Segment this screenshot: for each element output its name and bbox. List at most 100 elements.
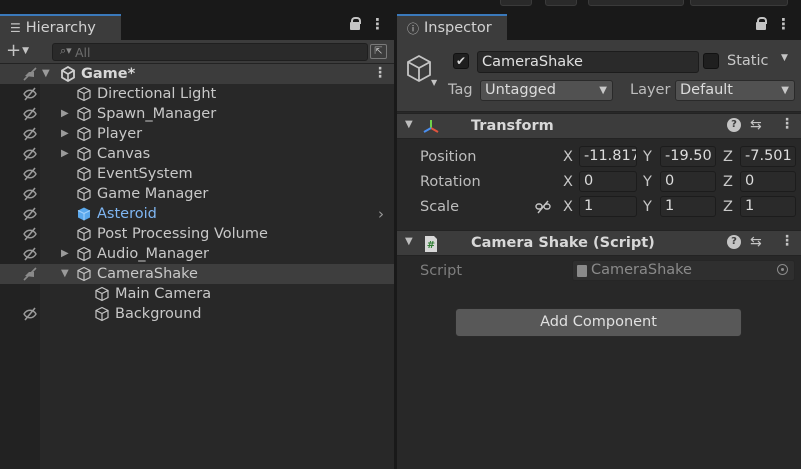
transform-actions: ? ⇆ ⋮ <box>727 117 797 137</box>
expand-arrow-icon[interactable]: ▶ <box>61 126 71 142</box>
transform-body: Position X -11.817 Y -19.50 Z -7.501 Rot… <box>397 141 801 223</box>
hidden-eye-icon[interactable] <box>22 186 38 202</box>
presets-sliders-icon[interactable]: ⇆ <box>750 234 762 250</box>
hierarchy-item-label: Spawn_Manager <box>97 106 217 122</box>
hierarchy-item-player[interactable]: ▶ Player <box>0 124 394 144</box>
transform-component-header[interactable]: ▼ Transform ? ⇆ ⋮ <box>397 113 801 139</box>
axis-y-label[interactable]: Y <box>643 197 652 217</box>
hierarchy-item-asteroid[interactable]: Asteroid › <box>0 204 394 224</box>
expand-arrow-icon[interactable]: ▶ <box>61 146 71 162</box>
static-checkbox[interactable] <box>703 53 719 69</box>
kebab-menu-icon[interactable]: ⋮ <box>780 234 794 249</box>
axis-x-label[interactable]: X <box>563 172 573 192</box>
hierarchy-toolbar: +▼ ⌕▾ ⇱ <box>0 40 394 64</box>
help-icon[interactable]: ? <box>727 118 741 132</box>
scene-fold-arrow-icon[interactable]: ▼ <box>42 66 52 82</box>
inspector-tabbar: ⓘ Inspector ⋮ <box>397 14 801 40</box>
search-mode-icon[interactable]: ⇱ <box>370 44 387 59</box>
script-label: Script <box>420 263 463 279</box>
tag-dropdown[interactable]: Untagged ▼ <box>480 80 613 101</box>
hidden-eye-icon[interactable] <box>22 146 38 162</box>
hierarchy-item-post-processing-volume[interactable]: Post Processing Volume <box>0 224 394 244</box>
hierarchy-item-label: Game Manager <box>97 186 209 202</box>
hierarchy-item-directional-light[interactable]: Directional Light <box>0 84 394 104</box>
gameobject-name-field[interactable]: CameraShake <box>477 51 699 73</box>
hierarchy-item-main-camera[interactable]: Main Camera <box>0 284 394 304</box>
hidden-eye-icon[interactable] <box>22 166 38 182</box>
fold-arrow-icon[interactable]: ▼ <box>405 119 413 130</box>
position-label: Position <box>420 149 477 165</box>
add-component-button[interactable]: Add Component <box>455 308 742 337</box>
axis-x-label[interactable]: X <box>563 197 573 217</box>
hidden-eye-icon[interactable] <box>22 206 38 222</box>
hidden-eye-icon[interactable] <box>22 246 38 262</box>
hidden-eye-icon[interactable] <box>22 226 38 242</box>
scene-row[interactable]: ▼ Game* ⋮ <box>0 64 394 84</box>
hierarchy-item-label: Asteroid <box>97 206 157 222</box>
gameobject-icon-selector[interactable]: ▼ <box>405 54 437 87</box>
gameobject-cube-icon <box>95 286 109 302</box>
camera-shake-actions: ? ⇆ ⋮ <box>727 234 797 254</box>
object-picker-icon[interactable] <box>777 264 788 275</box>
axis-y-label[interactable]: Y <box>643 147 652 167</box>
hierarchy-item-spawn-manager[interactable]: ▶ Spawn_Manager <box>0 104 394 124</box>
axis-z-label[interactable]: Z <box>723 197 733 217</box>
camera-shake-body: Script CameraShake <box>397 258 801 292</box>
search-input[interactable] <box>75 44 355 60</box>
hierarchy-panel: ☰ Hierarchy ⋮ +▼ ⌕▾ ⇱ ▼ Game <box>0 14 394 469</box>
chevron-right-icon[interactable]: › <box>378 205 384 223</box>
help-icon[interactable]: ? <box>727 235 741 249</box>
position-x-field[interactable]: -11.817 <box>579 146 637 167</box>
kebab-menu-icon[interactable]: ⋮ <box>776 17 791 32</box>
scale-x-field[interactable]: 1 <box>579 196 637 217</box>
hierarchy-item-canvas[interactable]: ▶ Canvas <box>0 144 394 164</box>
axis-y-label[interactable]: Y <box>643 172 652 192</box>
hierarchy-item-audio-manager[interactable]: ▶ Audio_Manager <box>0 244 394 264</box>
kebab-menu-icon[interactable]: ⋮ <box>370 17 385 32</box>
expand-arrow-icon[interactable]: ▶ <box>61 106 71 122</box>
hidden-eye-icon[interactable] <box>22 306 38 322</box>
fold-arrow-icon[interactable]: ▼ <box>405 236 413 247</box>
script-object-field[interactable]: CameraShake <box>572 260 795 281</box>
hierarchy-item-label: Audio_Manager <box>97 246 210 262</box>
constrain-proportions-unlink-icon[interactable] <box>535 199 551 215</box>
expand-arrow-icon[interactable]: ▶ <box>61 246 71 262</box>
inspector-panel: ⓘ Inspector ⋮ ▼ ✔ CameraShake Static ▼ T… <box>397 14 801 469</box>
hidden-eye-icon[interactable] <box>22 126 38 142</box>
collapse-arrow-icon[interactable]: ▼ <box>61 266 71 282</box>
lock-icon[interactable] <box>350 17 361 31</box>
scene-visibility-icon[interactable] <box>22 66 38 82</box>
axis-x-label[interactable]: X <box>563 147 573 167</box>
tab-hierarchy[interactable]: ☰ Hierarchy <box>0 14 121 40</box>
kebab-menu-icon[interactable]: ⋮ <box>780 117 794 132</box>
position-z-field[interactable]: -7.501 <box>740 146 796 167</box>
hierarchy-item-label: Directional Light <box>97 86 217 102</box>
position-y-field[interactable]: -19.50 <box>660 146 716 167</box>
create-dropdown-button[interactable]: +▼ <box>6 41 29 64</box>
active-checkbox[interactable]: ✔ <box>453 53 469 69</box>
scale-y-field[interactable]: 1 <box>660 196 716 217</box>
tab-inspector[interactable]: ⓘ Inspector <box>397 14 507 40</box>
presets-sliders-icon[interactable]: ⇆ <box>750 117 762 133</box>
gameobject-cube-icon <box>77 186 91 202</box>
hierarchy-item-camerashake[interactable]: ▼ CameraShake <box>0 264 394 284</box>
scene-kebab-menu-icon[interactable]: ⋮ <box>373 66 387 81</box>
rotation-z-field[interactable]: 0 <box>740 171 796 192</box>
axis-z-label[interactable]: Z <box>723 147 733 167</box>
hierarchy-item-background[interactable]: Background <box>0 304 394 324</box>
hidden-scene-icon[interactable] <box>22 266 38 282</box>
hierarchy-item-game-manager[interactable]: Game Manager <box>0 184 394 204</box>
hidden-eye-icon[interactable] <box>22 106 38 122</box>
axis-z-label[interactable]: Z <box>723 172 733 192</box>
script-file-icon <box>577 265 587 277</box>
camera-shake-component-header[interactable]: ▼ # Camera Shake (Script) ? ⇆ ⋮ <box>397 230 801 256</box>
scale-z-field[interactable]: 1 <box>740 196 796 217</box>
static-dropdown-icon[interactable]: ▼ <box>781 53 788 63</box>
tag-label: Tag <box>448 82 473 98</box>
hierarchy-item-eventsystem[interactable]: EventSystem <box>0 164 394 184</box>
rotation-x-field[interactable]: 0 <box>579 171 637 192</box>
layer-dropdown[interactable]: Default ▼ <box>675 80 795 101</box>
rotation-y-field[interactable]: 0 <box>660 171 716 192</box>
hidden-eye-icon[interactable] <box>22 86 38 102</box>
lock-icon[interactable] <box>756 17 767 31</box>
